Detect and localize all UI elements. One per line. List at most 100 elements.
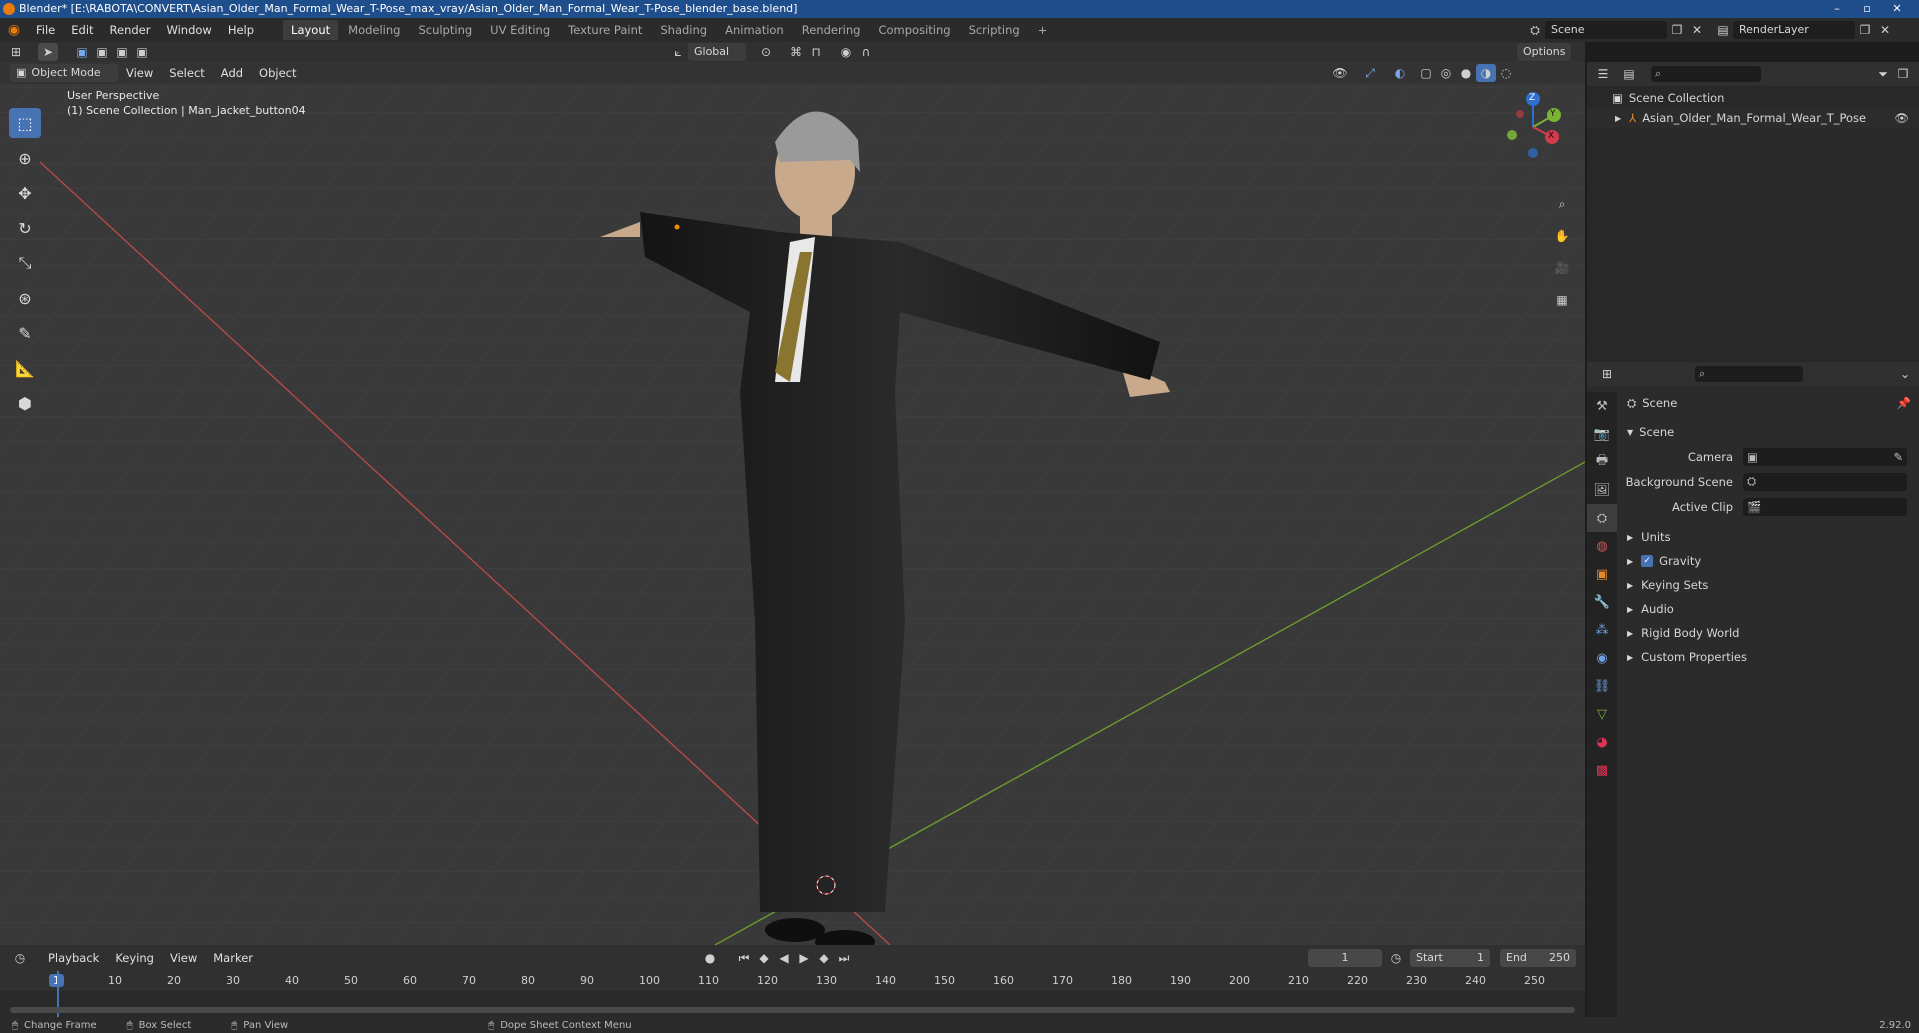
new-scene-icon[interactable]: ❐ xyxy=(1667,21,1687,39)
frame-ruler[interactable]: 1102030405060708090100110120130140150160… xyxy=(0,971,1585,991)
tab-animation[interactable]: Animation xyxy=(717,20,792,40)
timeline-menu-keying[interactable]: Keying xyxy=(107,946,162,970)
particles-tab-icon[interactable]: ⁂ xyxy=(1587,616,1617,644)
viewport-menu-select[interactable]: Select xyxy=(161,62,212,85)
tab-compositing[interactable]: Compositing xyxy=(870,20,958,40)
select-mode-extend-icon[interactable]: ▣ xyxy=(92,43,112,61)
select-tool-icon[interactable]: ➤ xyxy=(38,43,58,61)
new-view-layer-icon[interactable]: ❐ xyxy=(1855,21,1875,39)
timeline-editor-type-icon[interactable]: ◷ xyxy=(10,949,30,967)
scene-tab-icon[interactable]: ⛭ xyxy=(1587,504,1617,532)
timeline-area[interactable]: 1102030405060708090100110120130140150160… xyxy=(0,971,1585,1017)
3d-viewport[interactable]: ▣ Object Mode View Select Add Object 👁 ⤢… xyxy=(0,62,1585,945)
end-frame-field[interactable]: End 250 xyxy=(1500,949,1576,967)
viewport-menu-view[interactable]: View xyxy=(118,62,161,85)
physics-tab-icon[interactable]: ◉ xyxy=(1587,644,1617,672)
data-tab-icon[interactable]: ▽ xyxy=(1587,700,1617,728)
options-dropdown[interactable]: Options xyxy=(1517,43,1572,61)
view-layer-selector[interactable]: RenderLayer xyxy=(1733,21,1855,39)
next-keyframe-icon[interactable]: ◆ xyxy=(814,949,834,967)
properties-options-icon[interactable]: ⌄ xyxy=(1895,365,1915,383)
measure-tool-icon[interactable]: 📐 xyxy=(9,353,41,383)
current-frame-field[interactable]: 1 xyxy=(1308,949,1382,967)
rotate-tool-icon[interactable]: ↻ xyxy=(9,213,41,243)
eyedropper-icon[interactable]: ✎ xyxy=(1893,450,1903,464)
material-shading-icon[interactable]: ◑ xyxy=(1476,64,1496,82)
display-mode-icon[interactable]: ▤ xyxy=(1619,65,1639,83)
keying-sets-subpanel[interactable]: ▶ Keying Sets xyxy=(1621,573,1915,597)
visibility-icon[interactable]: 👁 xyxy=(1330,64,1350,82)
pin-icon[interactable]: 📌 xyxy=(1897,396,1911,410)
custom-properties-subpanel[interactable]: ▶ Custom Properties xyxy=(1621,645,1915,669)
menu-render[interactable]: Render xyxy=(102,18,159,42)
zoom-icon[interactable]: ⌕ xyxy=(1550,193,1574,215)
camera-view-icon[interactable]: 🎥 xyxy=(1550,257,1574,279)
expand-arrow-icon[interactable]: ▶ xyxy=(1627,581,1633,590)
jump-end-icon[interactable]: ⏭ xyxy=(834,949,854,967)
collapse-arrow-icon[interactable]: ▼ xyxy=(1627,428,1633,437)
output-tab-icon[interactable]: 🖶 xyxy=(1587,448,1617,476)
delete-scene-icon[interactable]: ✕ xyxy=(1687,21,1707,39)
gravity-subpanel[interactable]: ▶ ✓ Gravity xyxy=(1621,549,1915,573)
constraints-tab-icon[interactable]: ⛓ xyxy=(1587,672,1617,700)
expand-arrow-icon[interactable]: ▶ xyxy=(1627,605,1633,614)
timeline-scrollbar[interactable] xyxy=(10,1007,1575,1013)
menu-window[interactable]: Window xyxy=(158,18,219,42)
expand-arrow-icon[interactable]: ▶ xyxy=(1615,114,1621,123)
rendered-shading-icon[interactable]: ◌ xyxy=(1496,64,1516,82)
delete-view-layer-icon[interactable]: ✕ xyxy=(1875,21,1895,39)
timeline-menu-marker[interactable]: Marker xyxy=(205,946,261,970)
expand-arrow-icon[interactable]: ▶ xyxy=(1627,533,1633,542)
scale-tool-icon[interactable]: ⤡ xyxy=(9,248,41,278)
tab-sculpting[interactable]: Sculpting xyxy=(410,20,480,40)
xray-icon[interactable]: ▢ xyxy=(1416,64,1436,82)
render-tab-icon[interactable]: 📷 xyxy=(1587,420,1617,448)
play-reverse-icon[interactable]: ◀ xyxy=(774,949,794,967)
orientation-dropdown[interactable]: Global xyxy=(688,43,746,61)
timeline-menu-playback[interactable]: Playback xyxy=(40,946,107,970)
select-mode-invert-icon[interactable]: ▣ xyxy=(132,43,152,61)
new-collection-icon[interactable]: ❐ xyxy=(1893,65,1913,83)
blender-menu-icon[interactable]: ◉ xyxy=(0,18,28,42)
outliner-root-row[interactable]: ▣ Scene Collection xyxy=(1587,88,1919,108)
maximize-icon[interactable]: ▫ xyxy=(1853,0,1881,18)
prev-keyframe-icon[interactable]: ◆ xyxy=(754,949,774,967)
material-tab-icon[interactable]: ◕ xyxy=(1587,728,1617,756)
tab-shading[interactable]: Shading xyxy=(652,20,715,40)
navigation-gizmo[interactable]: Z Y X xyxy=(1498,92,1568,162)
background-scene-field[interactable]: ⛭ xyxy=(1743,472,1907,491)
modifier-tab-icon[interactable]: 🔧 xyxy=(1587,588,1617,616)
ortho-grid-icon[interactable]: ▦ xyxy=(1550,289,1574,311)
cursor-tool-icon[interactable]: ⊕ xyxy=(9,143,41,173)
editor-type-icon[interactable]: ⊞ xyxy=(6,43,26,61)
properties-search-input[interactable]: ⌕ xyxy=(1695,366,1803,382)
proportional-edit-icon[interactable]: ◉ xyxy=(836,43,856,61)
solid-shading-icon[interactable]: ● xyxy=(1456,64,1476,82)
visibility-eye-icon[interactable]: 👁 xyxy=(1894,111,1909,125)
viewport-menu-add[interactable]: Add xyxy=(213,62,251,85)
falloff-icon[interactable]: ∩ xyxy=(856,43,876,61)
select-mode-subtract-icon[interactable]: ▣ xyxy=(112,43,132,61)
tab-texture-paint[interactable]: Texture Paint xyxy=(560,20,650,40)
close-icon[interactable]: ✕ xyxy=(1883,0,1911,18)
tab-modeling[interactable]: Modeling xyxy=(340,20,408,40)
filter-icon[interactable]: ⏷ xyxy=(1873,65,1893,83)
jump-start-icon[interactable]: ⏮ xyxy=(734,949,754,967)
snap-target-icon[interactable]: ⊓ xyxy=(806,43,826,61)
camera-field[interactable]: ▣ ✎ xyxy=(1743,447,1907,466)
preview-range-icon[interactable]: ◷ xyxy=(1386,949,1406,967)
tab-layout[interactable]: Layout xyxy=(283,20,339,40)
annotate-tool-icon[interactable]: ✎ xyxy=(9,318,41,348)
start-frame-field[interactable]: Start 1 xyxy=(1410,949,1490,967)
view-layer-tab-icon[interactable]: 🖼 xyxy=(1587,476,1617,504)
scene-selector[interactable]: Scene xyxy=(1545,21,1667,39)
scene-icon[interactable]: ⛭ xyxy=(1525,21,1545,39)
move-tool-icon[interactable]: ✥ xyxy=(9,178,41,208)
outliner-item-row[interactable]: ▶ ⅄ Asian_Older_Man_Formal_Wear_T_Pose 👁 xyxy=(1587,108,1919,128)
add-workspace-button[interactable]: + xyxy=(1030,20,1056,40)
rigid-body-world-subpanel[interactable]: ▶ Rigid Body World xyxy=(1621,621,1915,645)
select-mode-new-icon[interactable]: ▣ xyxy=(72,43,92,61)
viewport-menu-object[interactable]: Object xyxy=(251,62,304,85)
tab-uv-editing[interactable]: UV Editing xyxy=(482,20,558,40)
gizmo-toggle-icon[interactable]: ⤢ xyxy=(1360,64,1380,82)
